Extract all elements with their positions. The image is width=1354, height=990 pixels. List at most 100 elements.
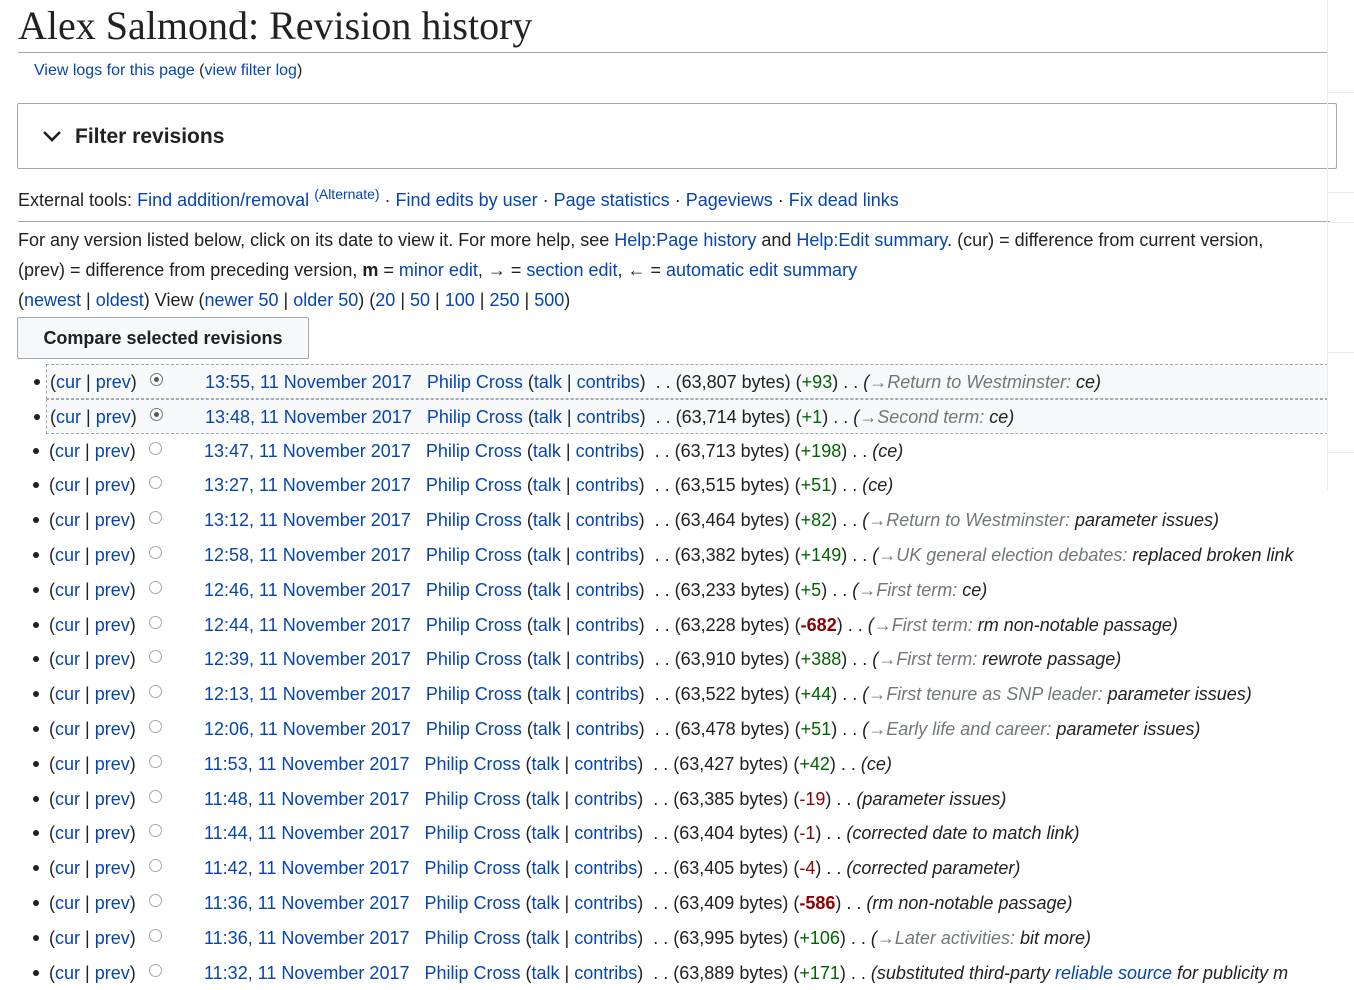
alternate-link[interactable]: (Alternate) bbox=[314, 186, 379, 202]
prev-link[interactable]: prev bbox=[95, 963, 130, 983]
revision-date-link[interactable]: 12:58, 11 November 2017 bbox=[204, 545, 411, 565]
contribs-link[interactable]: contribs bbox=[574, 823, 637, 843]
revision-radio[interactable] bbox=[149, 824, 162, 838]
revision-date-link[interactable]: 12:46, 11 November 2017 bbox=[204, 580, 411, 600]
cur-link[interactable]: cur bbox=[55, 893, 80, 913]
section-link[interactable]: →First term: bbox=[858, 580, 957, 600]
prev-link[interactable]: prev bbox=[95, 615, 130, 635]
talk-link[interactable]: talk bbox=[532, 754, 560, 774]
contribs-link[interactable]: contribs bbox=[574, 893, 637, 913]
contribs-link[interactable]: contribs bbox=[576, 475, 639, 495]
section-link[interactable]: →UK general election debates: bbox=[878, 545, 1127, 565]
section-edit-link[interactable]: section edit bbox=[526, 260, 617, 280]
contribs-link[interactable]: contribs bbox=[577, 372, 640, 392]
revision-radio[interactable] bbox=[149, 789, 162, 803]
prev-link[interactable]: prev bbox=[95, 510, 130, 530]
revision-radio[interactable] bbox=[149, 963, 162, 977]
oldest-link[interactable]: oldest bbox=[96, 290, 144, 310]
section-link[interactable]: →Later activities: bbox=[877, 928, 1015, 948]
contribs-link[interactable]: contribs bbox=[574, 963, 637, 983]
find-edits-by-user-link[interactable]: Find edits by user bbox=[396, 190, 538, 210]
section-link[interactable]: →First term: bbox=[878, 649, 977, 669]
summary-link[interactable]: reliable source bbox=[1055, 963, 1172, 983]
cur-link[interactable]: cur bbox=[55, 615, 80, 635]
talk-link[interactable]: talk bbox=[532, 789, 560, 809]
revision-radio[interactable] bbox=[149, 615, 162, 629]
cur-link[interactable]: cur bbox=[55, 545, 80, 565]
revision-date-link[interactable]: 11:44, 11 November 2017 bbox=[204, 823, 409, 843]
page-statistics-link[interactable]: Page statistics bbox=[554, 190, 670, 210]
cur-link[interactable]: cur bbox=[55, 684, 80, 704]
revision-radio[interactable] bbox=[149, 511, 162, 525]
user-link[interactable]: Philip Cross bbox=[426, 580, 522, 600]
section-link[interactable]: →Early life and career: bbox=[868, 719, 1051, 739]
contribs-link[interactable]: contribs bbox=[577, 407, 640, 427]
user-link[interactable]: Philip Cross bbox=[426, 615, 522, 635]
revision-radio[interactable] bbox=[149, 719, 162, 733]
pageviews-link[interactable]: Pageviews bbox=[686, 190, 773, 210]
revision-radio[interactable] bbox=[149, 650, 162, 664]
cur-link[interactable]: cur bbox=[55, 441, 80, 461]
help-page-history-link[interactable]: Help:Page history bbox=[614, 230, 756, 250]
user-link[interactable]: Philip Cross bbox=[426, 475, 522, 495]
revision-date-link[interactable]: 11:42, 11 November 2017 bbox=[204, 858, 409, 878]
fix-dead-links-link[interactable]: Fix dead links bbox=[789, 190, 899, 210]
section-link[interactable]: →Second term: bbox=[859, 407, 984, 427]
user-link[interactable]: Philip Cross bbox=[427, 372, 523, 392]
user-link[interactable]: Philip Cross bbox=[425, 754, 521, 774]
cur-link[interactable]: cur bbox=[55, 858, 80, 878]
talk-link[interactable]: talk bbox=[532, 858, 560, 878]
contribs-link[interactable]: contribs bbox=[574, 858, 637, 878]
user-link[interactable]: Philip Cross bbox=[425, 858, 521, 878]
user-link[interactable]: Philip Cross bbox=[426, 441, 522, 461]
prev-link[interactable]: prev bbox=[95, 719, 130, 739]
contribs-link[interactable]: contribs bbox=[574, 789, 637, 809]
revision-date-link[interactable]: 11:36, 11 November 2017 bbox=[204, 928, 409, 948]
talk-link[interactable]: talk bbox=[532, 823, 560, 843]
revision-date-link[interactable]: 11:48, 11 November 2017 bbox=[204, 789, 409, 809]
revision-date-link[interactable]: 13:12, 11 November 2017 bbox=[204, 510, 411, 530]
cur-link[interactable]: cur bbox=[55, 963, 80, 983]
talk-link[interactable]: talk bbox=[532, 963, 560, 983]
user-link[interactable]: Philip Cross bbox=[425, 789, 521, 809]
revision-radio[interactable] bbox=[149, 545, 162, 559]
revision-radio[interactable] bbox=[149, 476, 162, 490]
limit-500-link[interactable]: 500 bbox=[534, 290, 564, 310]
newest-link[interactable]: newest bbox=[24, 290, 81, 310]
prev-link[interactable]: prev bbox=[95, 441, 130, 461]
prev-link[interactable]: prev bbox=[96, 407, 131, 427]
user-link[interactable]: Philip Cross bbox=[425, 963, 521, 983]
user-link[interactable]: Philip Cross bbox=[426, 719, 522, 739]
cur-link[interactable]: cur bbox=[55, 754, 80, 774]
user-link[interactable]: Philip Cross bbox=[425, 928, 521, 948]
minor-edit-link[interactable]: minor edit bbox=[399, 260, 478, 280]
limit-250-link[interactable]: 250 bbox=[489, 290, 519, 310]
cur-link[interactable]: cur bbox=[55, 928, 80, 948]
user-link[interactable]: Philip Cross bbox=[427, 407, 523, 427]
prev-link[interactable]: prev bbox=[95, 928, 130, 948]
talk-link[interactable]: talk bbox=[533, 684, 561, 704]
talk-link[interactable]: talk bbox=[532, 928, 560, 948]
contribs-link[interactable]: contribs bbox=[576, 441, 639, 461]
section-link[interactable]: →First tenure as SNP leader: bbox=[868, 684, 1102, 704]
limit-50-link[interactable]: 50 bbox=[410, 290, 430, 310]
user-link[interactable]: Philip Cross bbox=[426, 649, 522, 669]
cur-link[interactable]: cur bbox=[55, 510, 80, 530]
cur-link[interactable]: cur bbox=[56, 407, 81, 427]
talk-link[interactable]: talk bbox=[533, 545, 561, 565]
revision-date-link[interactable]: 11:53, 11 November 2017 bbox=[204, 754, 409, 774]
cur-link[interactable]: cur bbox=[55, 475, 80, 495]
filter-revisions-panel[interactable]: Filter revisions bbox=[17, 103, 1337, 169]
revision-radio[interactable] bbox=[150, 373, 163, 386]
cur-link[interactable]: cur bbox=[55, 719, 80, 739]
contribs-link[interactable]: contribs bbox=[576, 719, 639, 739]
section-link[interactable]: →Return to Westminster: bbox=[869, 372, 1071, 392]
prev-link[interactable]: prev bbox=[95, 475, 130, 495]
automatic-edit-summary-link[interactable]: automatic edit summary bbox=[666, 260, 857, 280]
prev-link[interactable]: prev bbox=[95, 754, 130, 774]
user-link[interactable]: Philip Cross bbox=[425, 823, 521, 843]
revision-radio[interactable] bbox=[149, 685, 162, 699]
revision-date-link[interactable]: 11:32, 11 November 2017 bbox=[204, 963, 409, 983]
talk-link[interactable]: talk bbox=[533, 475, 561, 495]
talk-link[interactable]: talk bbox=[533, 719, 561, 739]
